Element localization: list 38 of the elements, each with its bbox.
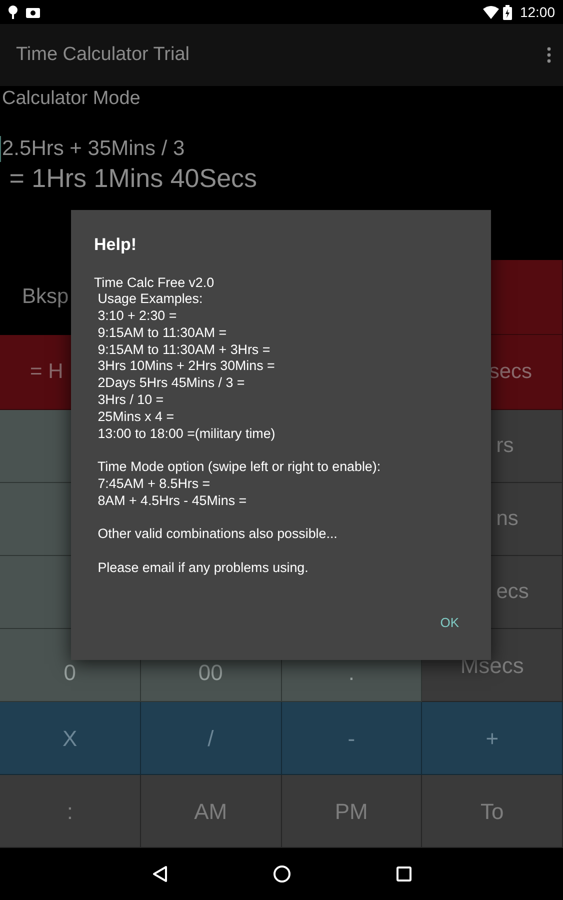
overflow-menu-icon[interactable] [547, 47, 551, 63]
key-button[interactable]: : [0, 775, 141, 848]
help-text-line: 8AM + 4.5Hrs - 45Mins = [96, 492, 248, 510]
recents-icon[interactable] [396, 866, 412, 882]
help-text-line: Please email if any problems using. [96, 560, 310, 577]
help-text-line: 7:45AM + 8.5Hrs = [96, 476, 212, 493]
text-cursor [0, 136, 1, 162]
key-button[interactable]: To [422, 775, 563, 848]
wifi-icon [482, 6, 499, 18]
help-text-line: 13:00 to 18:00 =(military time) [96, 426, 276, 442]
clock-time: 12:00 [520, 2, 555, 22]
back-icon[interactable] [152, 865, 168, 883]
help-text-line: Time Calc Free v2.0 [94, 274, 216, 292]
key-button[interactable]: / [140, 702, 282, 775]
app-title: Time Calculator Trial [16, 42, 191, 67]
help-text-line: 2Days 5Hrs 45Mins / 3 = [96, 375, 246, 392]
key-button[interactable]: + [422, 702, 563, 775]
mode-label: Calculator Mode [1, 87, 142, 110]
help-text-line: 3Hrs 10Mins + 2Hrs 30Mins = [96, 358, 276, 376]
help-text-line: Other valid combinations also possible... [96, 526, 338, 544]
dialog-title: Help! [94, 234, 138, 256]
battery-icon [502, 4, 512, 20]
result-text: = 1Hrs 1Mins 40Secs [8, 162, 258, 194]
help-text-line: Time Mode option (swipe left or right to enable): [96, 459, 382, 476]
help-text-line: 9:15AM to 11:30AM + 3Hrs = [96, 342, 272, 358]
photo-icon [26, 6, 40, 18]
expression-field[interactable]: 2.5Hrs + 35Mins / 3 [1, 136, 185, 162]
key-button[interactable]: PM [282, 775, 422, 848]
help-text-line: 25Mins x 4 = [96, 408, 176, 426]
android-icon [8, 5, 18, 19]
home-icon[interactable] [272, 865, 290, 883]
help-text-line: Usage Examples: [96, 291, 204, 308]
key-button[interactable]: X [0, 702, 141, 775]
key-button[interactable]: AM [140, 775, 282, 848]
help-text-line: 3:10 + 2:30 = [96, 308, 178, 325]
key-button[interactable]: - [282, 702, 422, 775]
help-text-line: 9:15AM to 11:30AM = [96, 324, 228, 342]
help-text-line: 3Hrs / 10 = [96, 392, 165, 409]
